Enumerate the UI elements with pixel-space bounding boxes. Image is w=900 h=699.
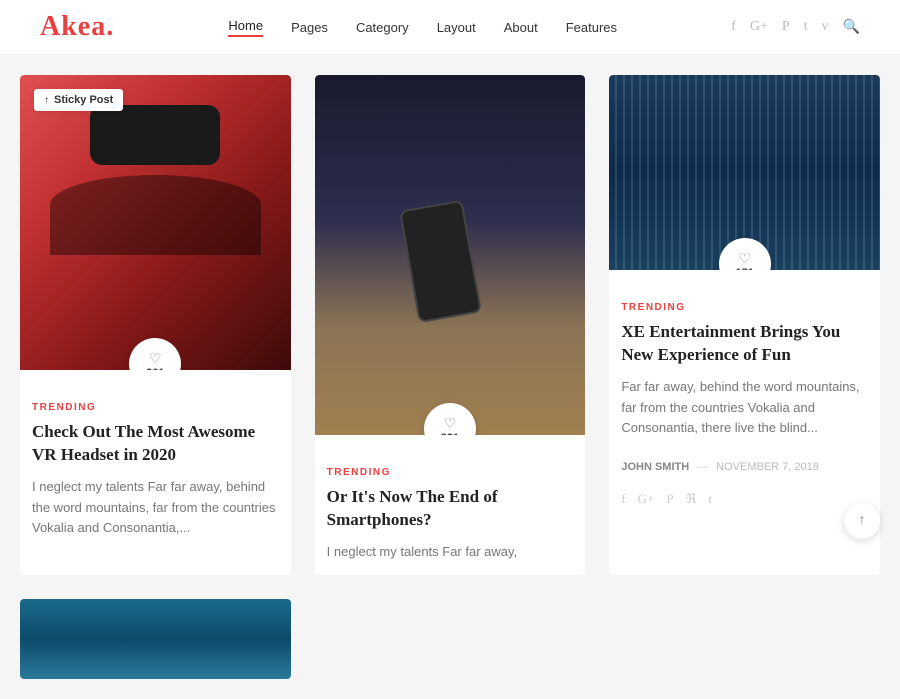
heart-icon-vr: ♡ <box>149 350 162 367</box>
search-icon[interactable]: 🔍 <box>843 19 860 36</box>
logo[interactable]: Akea. <box>40 13 114 41</box>
card-image-wrap-phone: ♡ 321 <box>315 75 586 435</box>
sticky-arrow-icon: ↑ <box>44 95 49 106</box>
card-body-lines: TRENDING XE Entertainment Brings You New… <box>609 270 880 451</box>
like-count-lines: 171 <box>735 268 753 271</box>
social-facebook-lines[interactable]: f <box>621 491 625 507</box>
card-body-vr: TRENDING Check Out The Most Awesome VR H… <box>20 370 291 551</box>
pinterest-icon[interactable]: P <box>782 19 790 35</box>
heart-icon-phone: ♡ <box>444 415 457 432</box>
card-title-phone[interactable]: Or It's Now The End of Smartphones? <box>327 486 574 532</box>
like-count-phone: 321 <box>441 433 459 436</box>
heart-icon-lines: ♡ <box>738 250 751 267</box>
vimeo-icon[interactable]: v <box>822 19 829 35</box>
twitter-icon[interactable]: t <box>804 19 808 35</box>
card-image-vr <box>20 75 291 370</box>
back-to-top-button[interactable]: ↑ <box>844 503 880 539</box>
card-phone: ♡ 321 TRENDING Or It's Now The End of Sm… <box>315 75 586 575</box>
nav-layout[interactable]: Layout <box>437 20 476 35</box>
trending-label-lines: TRENDING <box>621 302 868 313</box>
nav-about[interactable]: About <box>504 20 538 35</box>
sticky-label: Sticky Post <box>54 94 113 106</box>
main-content: ↑ Sticky Post ♡ 261 TRENDING Check Out T… <box>0 55 900 699</box>
card-image-phone <box>315 75 586 435</box>
card-title-lines[interactable]: XE Entertainment Brings You New Experien… <box>621 321 868 367</box>
sticky-badge: ↑ Sticky Post <box>34 89 123 111</box>
nav-pages[interactable]: Pages <box>291 20 328 35</box>
nav-home[interactable]: Home <box>228 18 263 37</box>
card-lines: ♡ 171 TRENDING XE Entertainment Brings Y… <box>609 75 880 575</box>
facebook-icon[interactable]: f <box>731 19 736 35</box>
card-body-phone: TRENDING Or It's Now The End of Smartpho… <box>315 435 586 575</box>
card-excerpt-phone: I neglect my talents Far far away, <box>327 542 574 563</box>
card-dash-lines: — <box>697 461 708 473</box>
cards-grid: ↑ Sticky Post ♡ 261 TRENDING Check Out T… <box>20 75 880 575</box>
social-stumble-lines[interactable]: ℜ <box>686 491 697 507</box>
social-row-lines: f G+ P ℜ t <box>609 485 880 519</box>
card-meta-lines: JOHN SMITH — NOVEMBER 7, 2018 <box>609 451 880 485</box>
header: Akea. Home Pages Category Layout About F… <box>0 0 900 55</box>
main-nav: Home Pages Category Layout About Feature… <box>228 18 617 37</box>
card-excerpt-vr: I neglect my talents Far far away, behin… <box>32 477 279 539</box>
trending-label-vr: TRENDING <box>32 402 279 413</box>
like-count-vr: 261 <box>146 368 164 371</box>
header-icons: f G+ P t v 🔍 <box>731 19 860 36</box>
card-image-wrap-lines: ♡ 171 <box>609 75 880 270</box>
card-date-lines: NOVEMBER 7, 2018 <box>716 461 819 473</box>
card-author-lines: JOHN SMITH <box>621 461 689 473</box>
social-pinterest-lines[interactable]: P <box>666 491 673 507</box>
card-title-vr[interactable]: Check Out The Most Awesome VR Headset in… <box>32 421 279 467</box>
nav-category[interactable]: Category <box>356 20 409 35</box>
logo-text: Akea <box>40 11 106 42</box>
card-vr: ↑ Sticky Post ♡ 261 TRENDING Check Out T… <box>20 75 291 575</box>
googleplus-icon[interactable]: G+ <box>750 19 768 35</box>
card-excerpt-lines: Far far away, behind the word mountains,… <box>621 377 868 439</box>
back-to-top-icon: ↑ <box>859 513 866 529</box>
social-twitter-lines[interactable]: t <box>708 491 712 507</box>
nav-features[interactable]: Features <box>566 20 617 35</box>
card-image-wrap-vr: ↑ Sticky Post ♡ 261 <box>20 75 291 370</box>
logo-dot: . <box>106 11 114 42</box>
second-row-grid <box>20 599 880 679</box>
social-googleplus-lines[interactable]: G+ <box>638 491 655 507</box>
card-ocean <box>20 599 291 679</box>
trending-label-phone: TRENDING <box>327 467 574 478</box>
card-image-ocean <box>20 599 291 679</box>
